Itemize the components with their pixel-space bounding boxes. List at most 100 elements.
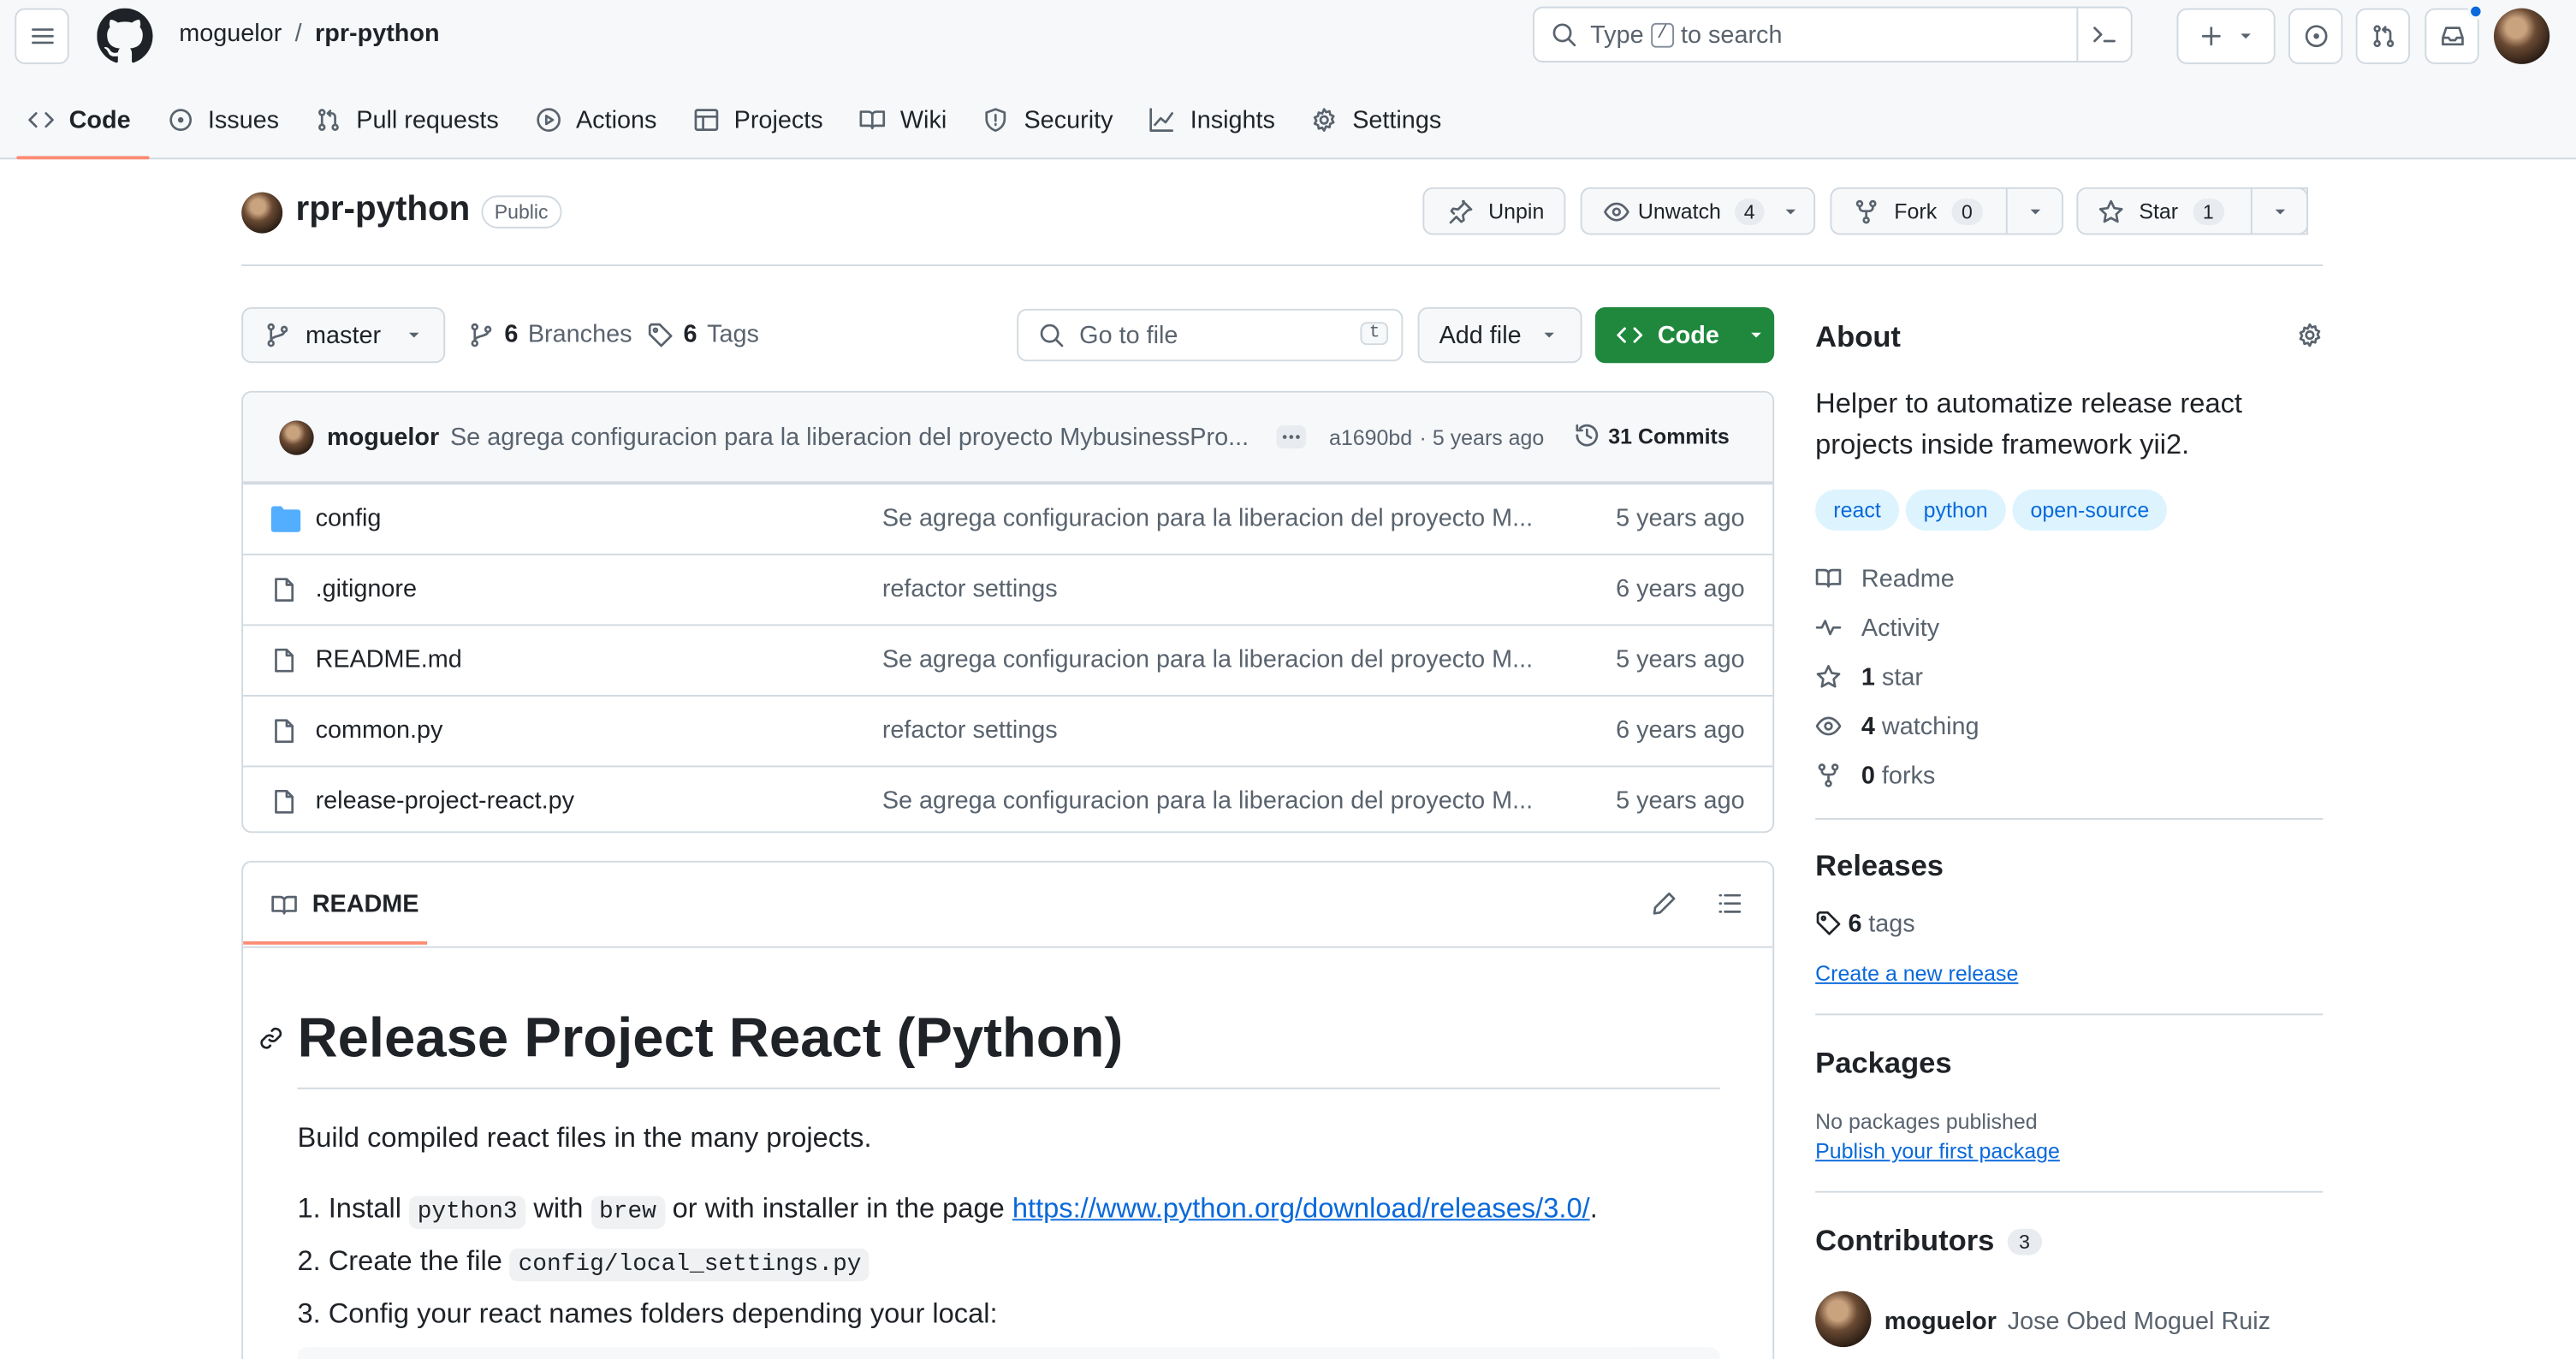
file-name[interactable]: .gitignore [316,575,417,603]
topic-tag[interactable]: react [1815,490,1899,531]
github-logo-icon[interactable] [97,8,153,64]
watchers-link[interactable]: 4 watching [1815,702,2323,751]
tab-insights[interactable]: Insights [1134,92,1290,147]
code-button-label: Code [1657,321,1719,349]
tab-pull-requests[interactable]: Pull requests [300,92,513,147]
file-row[interactable]: config Se agrega configuracion para la l… [243,483,1773,554]
triangle-down-icon [2029,208,2040,214]
watching-label: watching [1881,712,1979,740]
tab-wiki[interactable]: Wiki [845,92,962,147]
visibility-badge: Public [481,195,561,228]
commit-message[interactable]: Se agrega configuracion para la liberaci… [450,424,1255,452]
commit-author[interactable]: moguelor [327,424,439,452]
tab-actions[interactable]: Actions [520,92,672,147]
menu-button[interactable] [15,8,69,64]
readme-link-label: Readme [1861,564,1955,593]
file-commit-message[interactable]: refactor settings [882,716,1543,745]
branches-link[interactable]: 6 Branches [468,320,632,348]
tab-code[interactable]: Code [13,92,148,160]
pull-requests-button[interactable] [2355,8,2411,64]
tab-settings[interactable]: Settings [1297,92,1457,147]
breadcrumb: moguelor / rpr-python [179,20,439,48]
contributor-username[interactable]: moguelor [1885,1308,1997,1336]
link-icon[interactable] [258,1025,284,1052]
repo-owner-avatar[interactable] [241,192,283,234]
file-row[interactable]: README.md Se agrega configuracion para l… [243,624,1773,695]
inbox-button[interactable] [2425,3,2484,64]
repo-sidebar: About Helper to automatize release react… [1815,309,2324,1348]
history-icon [1576,424,1599,447]
publish-package-link[interactable]: Publish your first package [1815,1138,2323,1163]
tags-link[interactable]: 6 Tags [647,320,759,348]
star-dropdown-button[interactable] [2250,187,2309,235]
code-dropdown-button[interactable]: Code [1594,306,1775,364]
file-row[interactable]: release-project-react.py Se agrega confi… [243,765,1773,832]
topic-tag[interactable]: python [1905,490,2006,531]
readme-tab-label: README [312,890,419,919]
unwatch-button[interactable]: Unwatch 4 [1580,187,1816,235]
unpin-button[interactable]: Unpin [1422,187,1566,235]
breadcrumb-repo[interactable]: rpr-python [315,20,440,48]
breadcrumb-owner[interactable]: moguelor [179,20,282,48]
tab-issues[interactable]: Issues [152,92,294,147]
contributors-title[interactable]: Contributors [1815,1224,1994,1258]
code-icon [1617,327,1643,343]
expand-commit-button[interactable] [1276,425,1307,449]
readme-step-1: 1. Install python3 with brew or with ins… [297,1184,1598,1237]
activity-link[interactable]: Activity [1815,602,2323,652]
issues-button[interactable] [2288,8,2343,64]
sidebar-divider [1815,1190,2324,1193]
release-tags-link[interactable]: 6 tags [1815,899,2323,948]
file-name[interactable]: common.py [316,716,443,745]
file-name[interactable]: release-project-react.py [316,786,574,815]
user-avatar[interactable] [2493,8,2550,64]
global-search[interactable]: Type / to search [1532,6,2133,62]
commit-hash[interactable]: a1690bd [1329,425,1412,450]
go-to-file-input[interactable]: Go to file t [1017,308,1404,362]
file-age: 5 years ago [1616,786,1745,816]
contributor-row[interactable]: moguelor Jose Obed Moguel Ruiz [1815,1288,2323,1348]
tags-label: Tags [707,320,759,348]
packages-title[interactable]: Packages [1815,1047,2323,1081]
file-commit-message[interactable]: Se agrega configuracion para la liberaci… [882,504,1543,532]
repo-title[interactable]: rpr-python [296,191,471,230]
command-palette-button[interactable] [2076,8,2130,62]
python-download-link[interactable]: https://www.python.org/download/releases… [1012,1193,1590,1224]
create-release-link[interactable]: Create a new release [1815,961,2323,986]
stars-link[interactable]: 1 star [1815,652,2323,702]
gear-icon[interactable] [2297,322,2324,348]
book-icon [271,894,297,914]
add-file-button[interactable]: Add file [1417,306,1582,364]
commit-author-avatar[interactable] [279,420,314,455]
topic-tag[interactable]: open-source [2012,490,2168,531]
file-age: 6 years ago [1616,574,1745,603]
contributors-count: 3 [2007,1227,2042,1255]
file-row[interactable]: common.py refactor settings 6 years ago [243,694,1773,766]
file-commit-message[interactable]: refactor settings [882,575,1543,603]
activity-link-label: Activity [1861,613,1940,642]
file-commit-message[interactable]: Se agrega configuracion para la liberaci… [882,645,1543,674]
pull-request-icon [318,109,339,131]
file-list: moguelor Se agrega configuracion para la… [241,390,1775,834]
release-tags-label: tags [1868,909,1915,938]
file-name[interactable]: config [316,504,382,532]
forks-link[interactable]: 0 forks [1815,751,2323,800]
releases-title[interactable]: Releases [1815,849,2323,883]
fork-dropdown-button[interactable] [2005,187,2064,235]
tab-projects[interactable]: Projects [678,92,838,147]
tab-label: Actions [575,105,657,134]
outline-list-icon[interactable] [1717,890,1743,917]
create-new-button[interactable] [2176,8,2276,64]
file-name[interactable]: README.md [316,645,462,674]
file-row[interactable]: .gitignore refactor settings 6 years ago [243,553,1773,625]
readme-link[interactable]: Readme [1815,554,2323,603]
file-commit-message[interactable]: Se agrega configuracion para la liberaci… [882,786,1543,815]
tab-security[interactable]: Security [968,92,1128,147]
issue-icon [2304,25,2327,48]
pencil-icon[interactable] [1651,890,1677,917]
readme-tab[interactable]: README [271,890,419,918]
notification-dot [2467,3,2484,21]
branch-select-button[interactable]: master [241,306,446,364]
contributor-avatar[interactable] [1815,1291,1872,1348]
commits-history-link[interactable]: 31 Commits [1574,422,1730,448]
